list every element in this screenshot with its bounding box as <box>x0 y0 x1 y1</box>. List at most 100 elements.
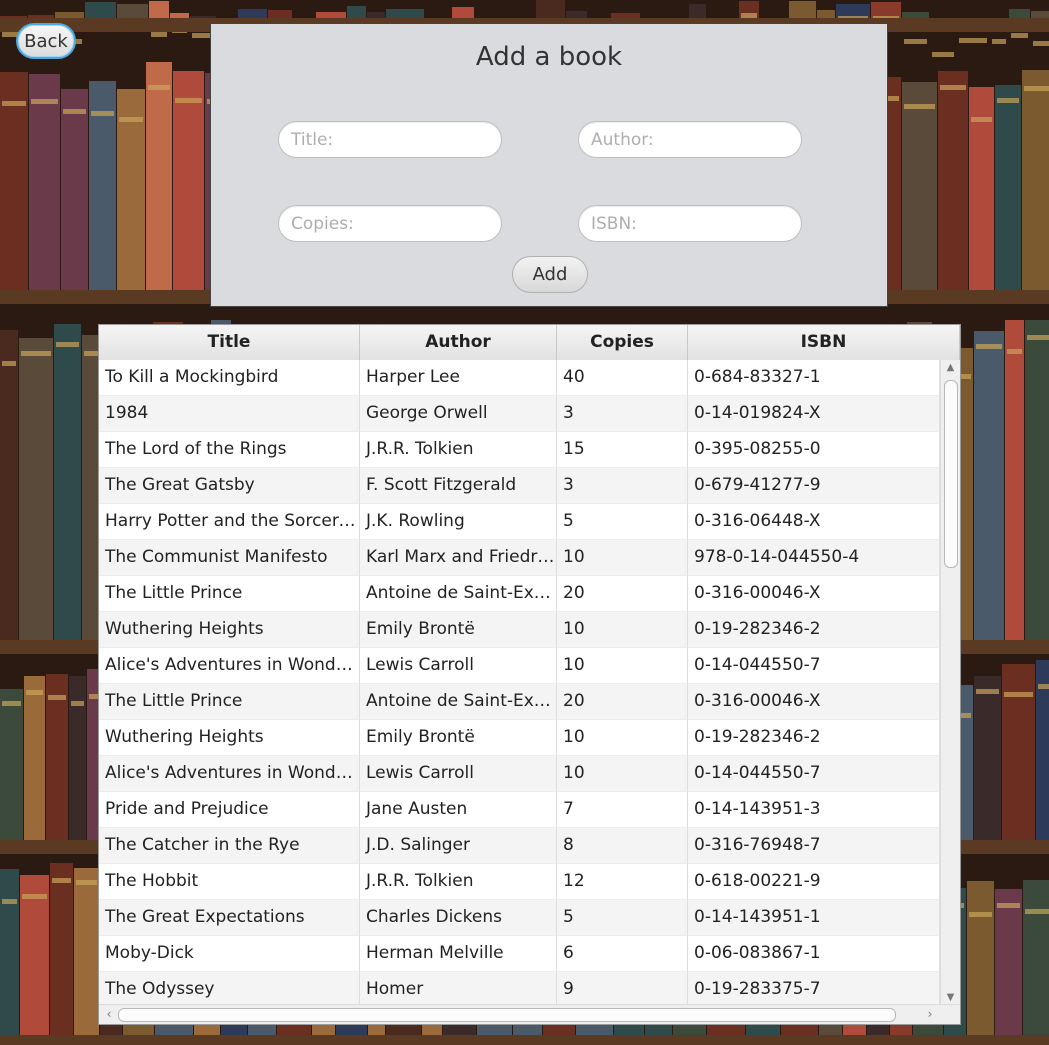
cell-author: Antoine de Saint-Exu... <box>360 684 557 720</box>
table-row[interactable]: Harry Potter and the Sorcerer... J.K. Row… <box>99 504 940 540</box>
cell-author: F. Scott Fitzgerald <box>360 468 557 504</box>
cell-isbn: 0-618-00221-9 <box>688 864 940 900</box>
table-row[interactable]: To Kill a Mockingbird Harper Lee 40 0-684-8… <box>99 360 940 396</box>
back-button[interactable]: Back <box>16 23 76 59</box>
cell-title: The Catcher in the Rye <box>99 828 360 864</box>
table-row[interactable]: The Little Prince Antoine de Saint-Exu...… <box>99 684 940 720</box>
cell-author: J.D. Salinger <box>360 828 557 864</box>
cell-author: Jane Austen <box>360 792 557 828</box>
cell-copies: 10 <box>557 648 688 684</box>
cell-isbn: 0-316-76948-7 <box>688 828 940 864</box>
cell-isbn: 0-684-83327-1 <box>688 360 940 396</box>
cell-isbn: 0-679-41277-9 <box>688 468 940 504</box>
cell-author: Herman Melville <box>360 936 557 972</box>
cell-title: The Communist Manifesto <box>99 540 360 576</box>
cell-copies: 20 <box>557 576 688 612</box>
cell-copies: 40 <box>557 360 688 396</box>
cell-isbn: 0-316-06448-X <box>688 504 940 540</box>
table-row[interactable]: Alice's Adventures in Wonder... Lewis Car… <box>99 648 940 684</box>
cell-title: The Little Prince <box>99 684 360 720</box>
horizontal-scrollbar[interactable]: ‹ › <box>99 1004 960 1024</box>
table-body: To Kill a Mockingbird Harper Lee 40 0-684-8… <box>99 360 940 1008</box>
table-row[interactable]: The Hobbit J.R.R. Tolkien 12 0-618-00221-9 <box>99 864 940 900</box>
column-header-title[interactable]: Title <box>99 325 360 360</box>
cell-isbn: 0-14-044550-7 <box>688 648 940 684</box>
cell-title: The Hobbit <box>99 864 360 900</box>
cell-author: Lewis Carroll <box>360 756 557 792</box>
column-header-author[interactable]: Author <box>360 325 557 360</box>
form-title: Add a book <box>475 42 623 72</box>
cell-title: Alice's Adventures in Wonder... <box>99 648 360 684</box>
table-row[interactable]: The Odyssey Homer 9 0-19-283375-7 <box>99 972 940 1008</box>
cell-author: Karl Marx and Friedri... <box>360 540 557 576</box>
cell-author: Antoine de Saint-Exu... <box>360 576 557 612</box>
cell-title: Alice's Adventures in Wonder... <box>99 756 360 792</box>
books-table[interactable]: Title Author Copies ISBN To Kill a Mocki… <box>98 324 961 1025</box>
cell-isbn: 0-19-283375-7 <box>688 972 940 1008</box>
cell-title: Moby-Dick <box>99 936 360 972</box>
cell-title: To Kill a Mockingbird <box>99 360 360 396</box>
cell-title: The Little Prince <box>99 576 360 612</box>
scroll-up-icon[interactable]: ▲ <box>941 360 960 376</box>
cell-copies: 10 <box>557 720 688 756</box>
isbn-input[interactable] <box>578 205 802 242</box>
cell-title: Wuthering Heights <box>99 720 360 756</box>
cell-title: 1984 <box>99 396 360 432</box>
horizontal-scroll-thumb[interactable] <box>118 1008 896 1022</box>
cell-author: Lewis Carroll <box>360 648 557 684</box>
cell-copies: 15 <box>557 432 688 468</box>
cell-title: Wuthering Heights <box>99 612 360 648</box>
cell-copies: 10 <box>557 540 688 576</box>
cell-isbn: 0-316-00046-X <box>688 684 940 720</box>
table-row[interactable]: Moby-Dick Herman Melville 6 0-06-083867-1 <box>99 936 940 972</box>
table-row[interactable]: Wuthering Heights Emily Brontë 10 0-19-2823… <box>99 612 940 648</box>
cell-author: George Orwell <box>360 396 557 432</box>
vertical-scroll-thumb[interactable] <box>944 380 958 568</box>
table-row[interactable]: The Great Gatsby F. Scott Fitzgerald 3 0-67… <box>99 468 940 504</box>
table-row[interactable]: The Communist Manifesto Karl Marx and Fri… <box>99 540 940 576</box>
cell-copies: 12 <box>557 864 688 900</box>
cell-isbn: 0-14-143951-1 <box>688 900 940 936</box>
cell-copies: 7 <box>557 792 688 828</box>
cell-copies: 10 <box>557 756 688 792</box>
table-row[interactable]: The Great Expectations Charles Dickens 5 0-… <box>99 900 940 936</box>
cell-isbn: 0-19-282346-2 <box>688 720 940 756</box>
cell-author: Charles Dickens <box>360 900 557 936</box>
cell-copies: 10 <box>557 612 688 648</box>
cell-isbn: 0-14-044550-7 <box>688 756 940 792</box>
copies-input[interactable] <box>278 205 502 242</box>
cell-isbn: 0-06-083867-1 <box>688 936 940 972</box>
cell-author: Harper Lee <box>360 360 557 396</box>
cell-copies: 8 <box>557 828 688 864</box>
title-input[interactable] <box>278 121 502 158</box>
column-header-copies[interactable]: Copies <box>557 325 688 360</box>
cell-author: Homer <box>360 972 557 1008</box>
table-row[interactable]: The Catcher in the Rye J.D. Salinger 8 0-31… <box>99 828 940 864</box>
cell-author: J.R.R. Tolkien <box>360 432 557 468</box>
scroll-left-icon[interactable]: ‹ <box>101 1005 117 1024</box>
cell-author: J.R.R. Tolkien <box>360 864 557 900</box>
cell-isbn: 0-395-08255-0 <box>688 432 940 468</box>
cell-title: The Great Gatsby <box>99 468 360 504</box>
column-header-isbn[interactable]: ISBN <box>688 325 960 360</box>
cell-title: Pride and Prejudice <box>99 792 360 828</box>
cell-title: The Odyssey <box>99 972 360 1008</box>
table-row[interactable]: The Lord of the Rings J.R.R. Tolkien 15 0-3… <box>99 432 940 468</box>
table-row[interactable]: The Little Prince Antoine de Saint-Exu...… <box>99 576 940 612</box>
cell-copies: 3 <box>557 396 688 432</box>
table-row[interactable]: Pride and Prejudice Jane Austen 7 0-14-1439… <box>99 792 940 828</box>
cell-title: Harry Potter and the Sorcerer... <box>99 504 360 540</box>
cell-isbn: 0-14-019824-X <box>688 396 940 432</box>
table-row[interactable]: 1984 George Orwell 3 0-14-019824-X <box>99 396 940 432</box>
cell-author: J.K. Rowling <box>360 504 557 540</box>
table-row[interactable]: Wuthering Heights Emily Brontë 10 0-19-2823… <box>99 720 940 756</box>
cell-title: The Lord of the Rings <box>99 432 360 468</box>
cell-isbn: 0-316-00046-X <box>688 576 940 612</box>
author-input[interactable] <box>578 121 802 158</box>
table-row[interactable]: Alice's Adventures in Wonder... Lewis Car… <box>99 756 940 792</box>
cell-copies: 6 <box>557 936 688 972</box>
add-book-panel: Add a book Add <box>210 23 888 307</box>
scroll-right-icon[interactable]: › <box>922 1005 938 1024</box>
add-button[interactable]: Add <box>512 256 588 293</box>
vertical-scrollbar[interactable]: ▲ ▼ <box>940 360 960 1006</box>
